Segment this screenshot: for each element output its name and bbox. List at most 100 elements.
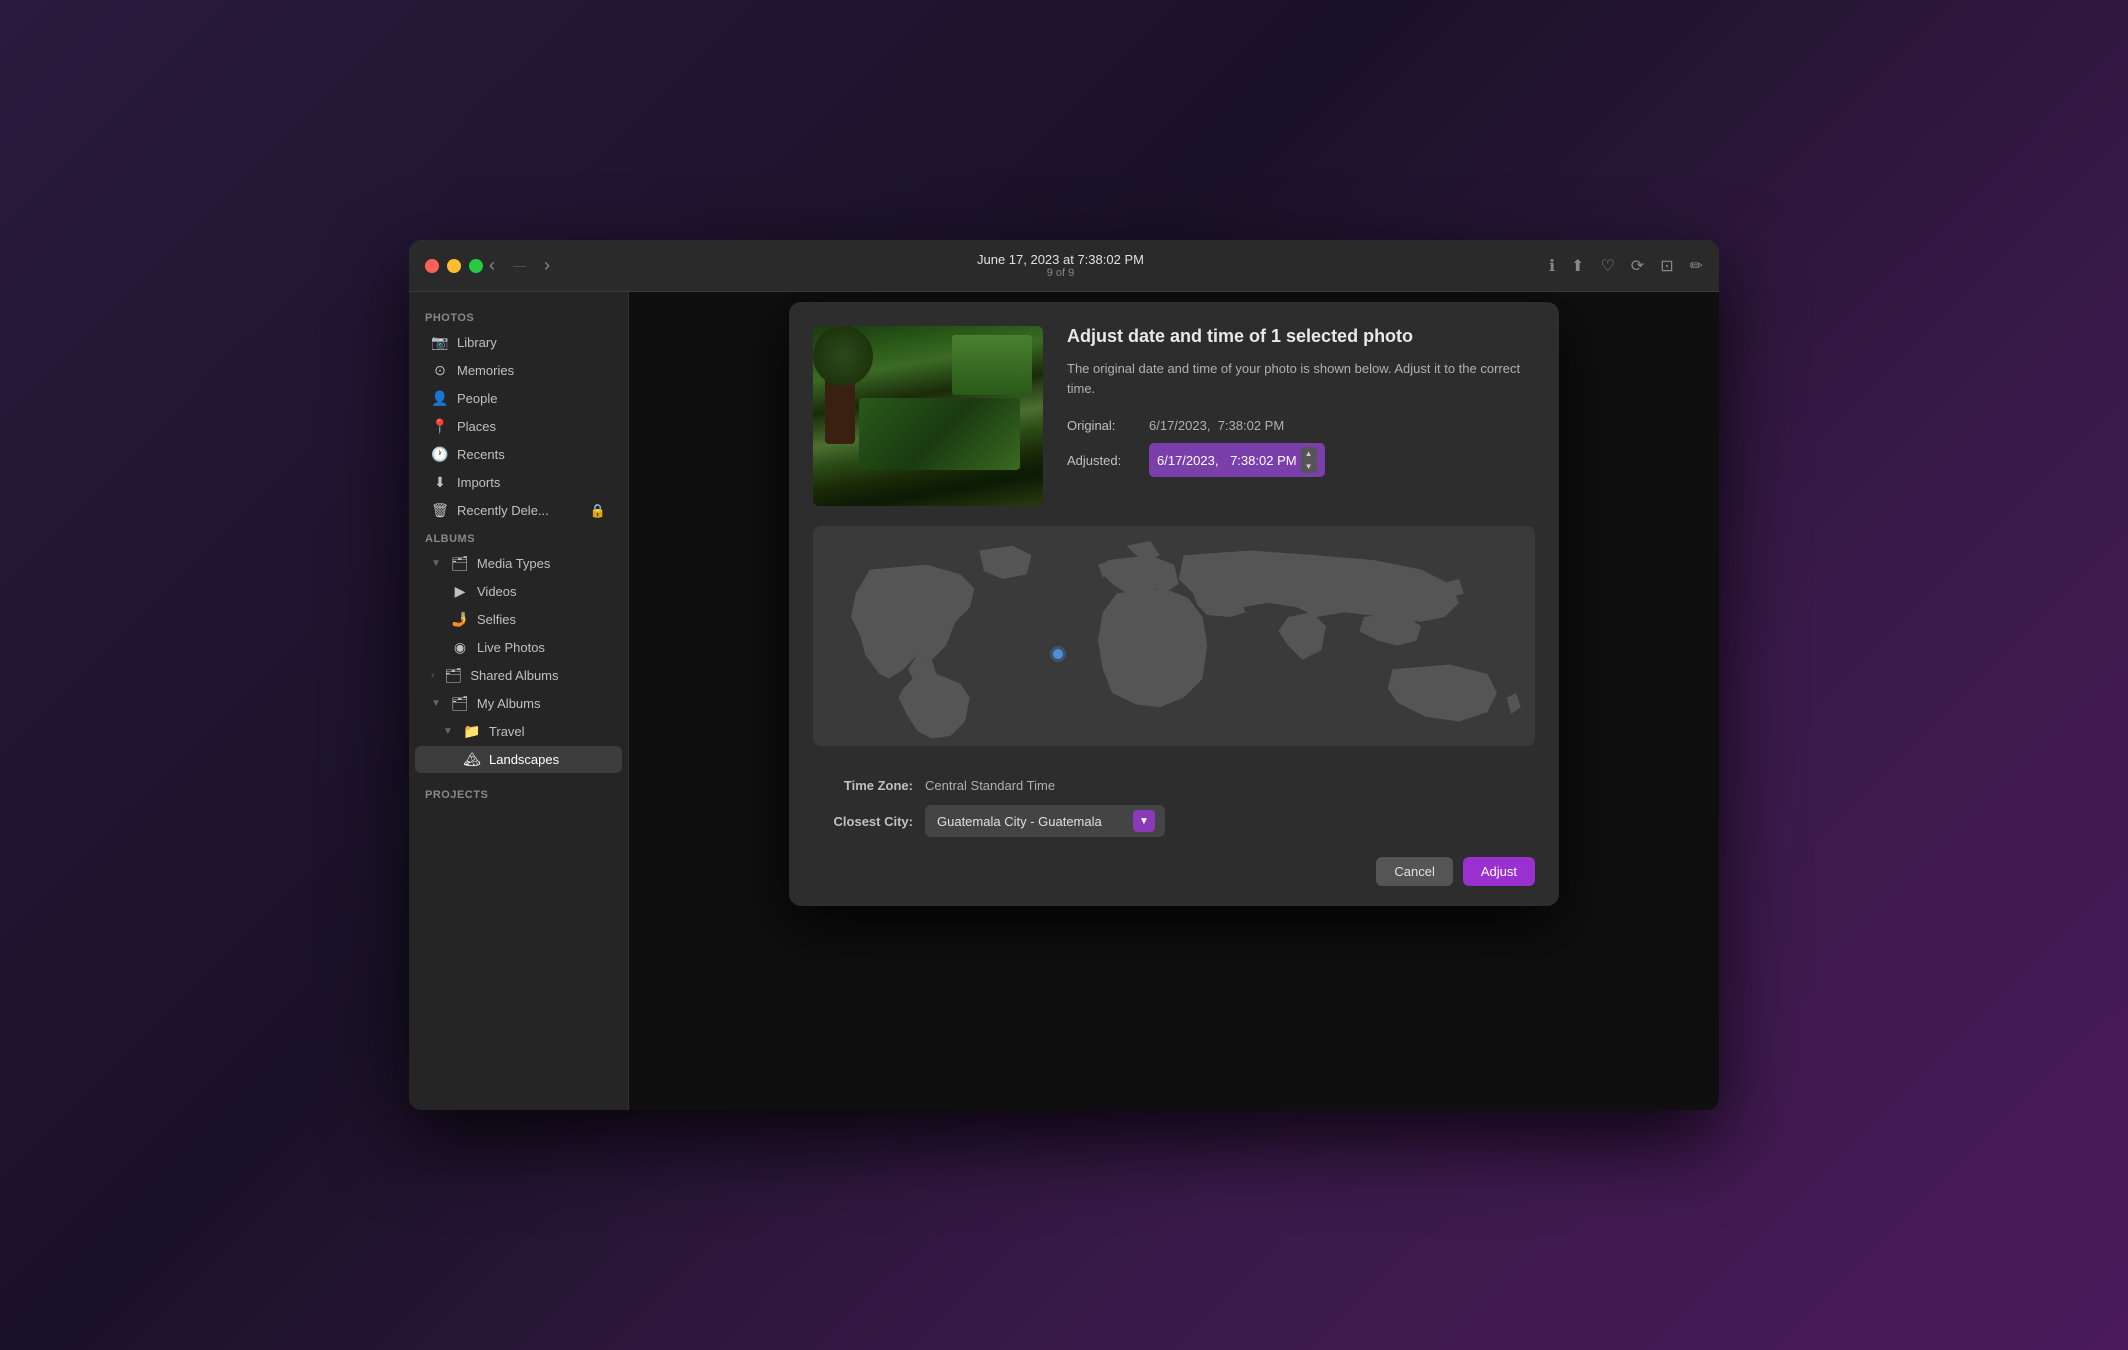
modal-buttons: Cancel Adjust bbox=[813, 857, 1535, 886]
titlebar-subtitle: 9 of 9 bbox=[1047, 267, 1075, 279]
sidebar-item-imports[interactable]: ⬇ Imports bbox=[415, 469, 622, 496]
app-window: ‹ — › June 17, 2023 at 7:38:02 PM 9 of 9… bbox=[409, 240, 1719, 1110]
titlebar: ‹ — › June 17, 2023 at 7:38:02 PM 9 of 9… bbox=[409, 240, 1719, 292]
timezone-value: Central Standard Time bbox=[925, 778, 1055, 793]
my-albums-chevron: ▼ bbox=[431, 698, 441, 709]
selfies-icon: 🤳 bbox=[451, 611, 469, 628]
sidebar-item-memories-label: Memories bbox=[457, 363, 514, 378]
landscapes-icon: 🏔 bbox=[463, 751, 481, 768]
sidebar-item-travel-label: Travel bbox=[489, 724, 525, 739]
memories-icon: ⊙ bbox=[431, 362, 449, 379]
sidebar-item-shared-albums[interactable]: › 🗂 Shared Albums bbox=[415, 662, 622, 689]
photos-section-label: Photos bbox=[409, 304, 628, 328]
sidebar-item-videos[interactable]: ▶ Videos bbox=[415, 578, 622, 605]
albums-section-label: Albums bbox=[409, 525, 628, 549]
modal-title: Adjust date and time of 1 selected photo bbox=[1067, 326, 1535, 347]
sidebar-item-places[interactable]: 📍 Places bbox=[415, 413, 622, 440]
adjusted-date-input[interactable]: 6/17/2023, 7:38:02 PM ▲ ▼ bbox=[1149, 443, 1325, 477]
live-photos-icon: ◉ bbox=[451, 639, 469, 656]
modal-overlay: Adjust date and time of 1 selected photo… bbox=[629, 292, 1719, 1110]
adjusted-label: Adjusted: bbox=[1067, 453, 1137, 468]
recents-icon: 🕐 bbox=[431, 446, 449, 463]
world-map-container bbox=[813, 526, 1535, 746]
back-button[interactable]: ‹ bbox=[483, 251, 501, 280]
sidebar-item-my-albums-label: My Albums bbox=[477, 696, 541, 711]
photo-thumbnail bbox=[813, 326, 1043, 506]
photo-thumbnail-image bbox=[813, 326, 1043, 506]
main-content: Adjust date and time of 1 selected photo… bbox=[629, 292, 1719, 1110]
original-date-row: Original: 6/17/2023, 7:38:02 PM bbox=[1067, 418, 1535, 433]
sidebar-item-places-label: Places bbox=[457, 419, 496, 434]
info-icon[interactable]: ℹ bbox=[1549, 256, 1555, 276]
sidebar-item-shared-albums-label: Shared Albums bbox=[470, 668, 558, 683]
media-types-chevron: ▼ bbox=[431, 558, 441, 569]
modal-bottom: Time Zone: Central Standard Time Closest… bbox=[789, 762, 1559, 906]
sidebar-item-live-photos-label: Live Photos bbox=[477, 640, 545, 655]
sidebar-item-recently-deleted[interactable]: 🗑 Recently Dele... 🔒 bbox=[415, 497, 622, 524]
sidebar-item-landscapes[interactable]: 🏔 Landscapes bbox=[415, 746, 622, 773]
adjusted-time-value: 7:38:02 PM bbox=[1230, 453, 1297, 468]
cancel-button[interactable]: Cancel bbox=[1376, 857, 1452, 886]
app-body: Photos 📷 Library ⊙ Memories 👤 People 📍 P… bbox=[409, 292, 1719, 1110]
sidebar-item-library[interactable]: 📷 Library bbox=[415, 329, 622, 356]
sidebar-item-recents[interactable]: 🕐 Recents bbox=[415, 441, 622, 468]
adjust-button[interactable]: Adjust bbox=[1463, 857, 1535, 886]
stepper-down[interactable]: ▼ bbox=[1301, 460, 1317, 473]
sidebar-item-travel[interactable]: ▼ 📁 Travel bbox=[415, 718, 622, 745]
sidebar-item-media-types[interactable]: ▼ 🗂 Media Types bbox=[415, 550, 622, 577]
city-dropdown-text: Guatemala City - Guatemala bbox=[937, 814, 1125, 829]
sidebar-item-people[interactable]: 👤 People bbox=[415, 385, 622, 412]
traffic-lights bbox=[425, 259, 483, 273]
modal-top: Adjust date and time of 1 selected photo… bbox=[789, 302, 1559, 526]
sidebar-item-videos-label: Videos bbox=[477, 584, 517, 599]
sidebar-item-live-photos[interactable]: ◉ Live Photos bbox=[415, 634, 622, 661]
titlebar-center: June 17, 2023 at 7:38:02 PM 9 of 9 bbox=[572, 252, 1549, 279]
sidebar-item-memories[interactable]: ⊙ Memories bbox=[415, 357, 622, 384]
city-dropdown[interactable]: Guatemala City - Guatemala ▼ bbox=[925, 805, 1165, 837]
minimize-button[interactable] bbox=[447, 259, 461, 273]
sidebar-item-people-label: People bbox=[457, 391, 497, 406]
sidebar-item-my-albums[interactable]: ▼ 🗂 My Albums bbox=[415, 690, 622, 717]
travel-chevron: ▼ bbox=[443, 726, 453, 737]
rotate-icon[interactable]: ⟳ bbox=[1631, 256, 1644, 276]
edit-icon[interactable]: ✏ bbox=[1690, 256, 1703, 276]
sidebar-item-media-types-label: Media Types bbox=[477, 556, 550, 571]
maximize-button[interactable] bbox=[469, 259, 483, 273]
titlebar-nav: ‹ — › bbox=[483, 251, 556, 280]
shared-albums-chevron: › bbox=[431, 670, 434, 681]
sidebar-item-landscapes-label: Landscapes bbox=[489, 752, 559, 767]
adjust-datetime-modal: Adjust date and time of 1 selected photo… bbox=[789, 302, 1559, 906]
original-label: Original: bbox=[1067, 418, 1137, 433]
travel-icon: 📁 bbox=[463, 723, 481, 740]
share-icon[interactable]: ⬆ bbox=[1571, 256, 1584, 276]
my-albums-icon: 🗂 bbox=[451, 695, 469, 712]
modal-description: The original date and time of your photo… bbox=[1067, 359, 1535, 398]
modal-info: Adjust date and time of 1 selected photo… bbox=[1067, 326, 1535, 506]
original-date: 6/17/2023, 7:38:02 PM bbox=[1149, 418, 1284, 433]
sidebar-item-selfies-label: Selfies bbox=[477, 612, 516, 627]
date-stepper[interactable]: ▲ ▼ bbox=[1301, 447, 1317, 473]
shared-albums-icon: 🗂 bbox=[444, 667, 462, 684]
recently-deleted-icon: 🗑 bbox=[431, 502, 449, 519]
city-label: Closest City: bbox=[813, 814, 913, 829]
close-button[interactable] bbox=[425, 259, 439, 273]
world-map bbox=[813, 526, 1535, 746]
adjusted-date-row: Adjusted: 6/17/2023, 7:38:02 PM ▲ ▼ bbox=[1067, 443, 1535, 477]
stepper-up[interactable]: ▲ bbox=[1301, 447, 1317, 460]
sidebar-item-recents-label: Recents bbox=[457, 447, 505, 462]
videos-icon: ▶ bbox=[451, 583, 469, 600]
timezone-row: Time Zone: Central Standard Time bbox=[813, 778, 1535, 793]
location-dot bbox=[1053, 649, 1063, 659]
sidebar-item-selfies[interactable]: 🤳 Selfies bbox=[415, 606, 622, 633]
adjusted-input-row: 6/17/2023, 7:38:02 PM ▲ ▼ bbox=[1149, 443, 1325, 477]
crop-icon[interactable]: ⊡ bbox=[1660, 256, 1673, 276]
sidebar-item-library-label: Library bbox=[457, 335, 497, 350]
projects-section-label: Projects bbox=[409, 781, 628, 805]
library-icon: 📷 bbox=[431, 334, 449, 351]
people-icon: 👤 bbox=[431, 390, 449, 407]
forward-button[interactable]: › bbox=[538, 251, 556, 280]
city-row: Closest City: Guatemala City - Guatemala… bbox=[813, 805, 1535, 837]
heart-icon[interactable]: ♡ bbox=[1600, 256, 1614, 276]
sidebar: Photos 📷 Library ⊙ Memories 👤 People 📍 P… bbox=[409, 292, 629, 1110]
city-dropdown-arrow: ▼ bbox=[1133, 810, 1155, 832]
